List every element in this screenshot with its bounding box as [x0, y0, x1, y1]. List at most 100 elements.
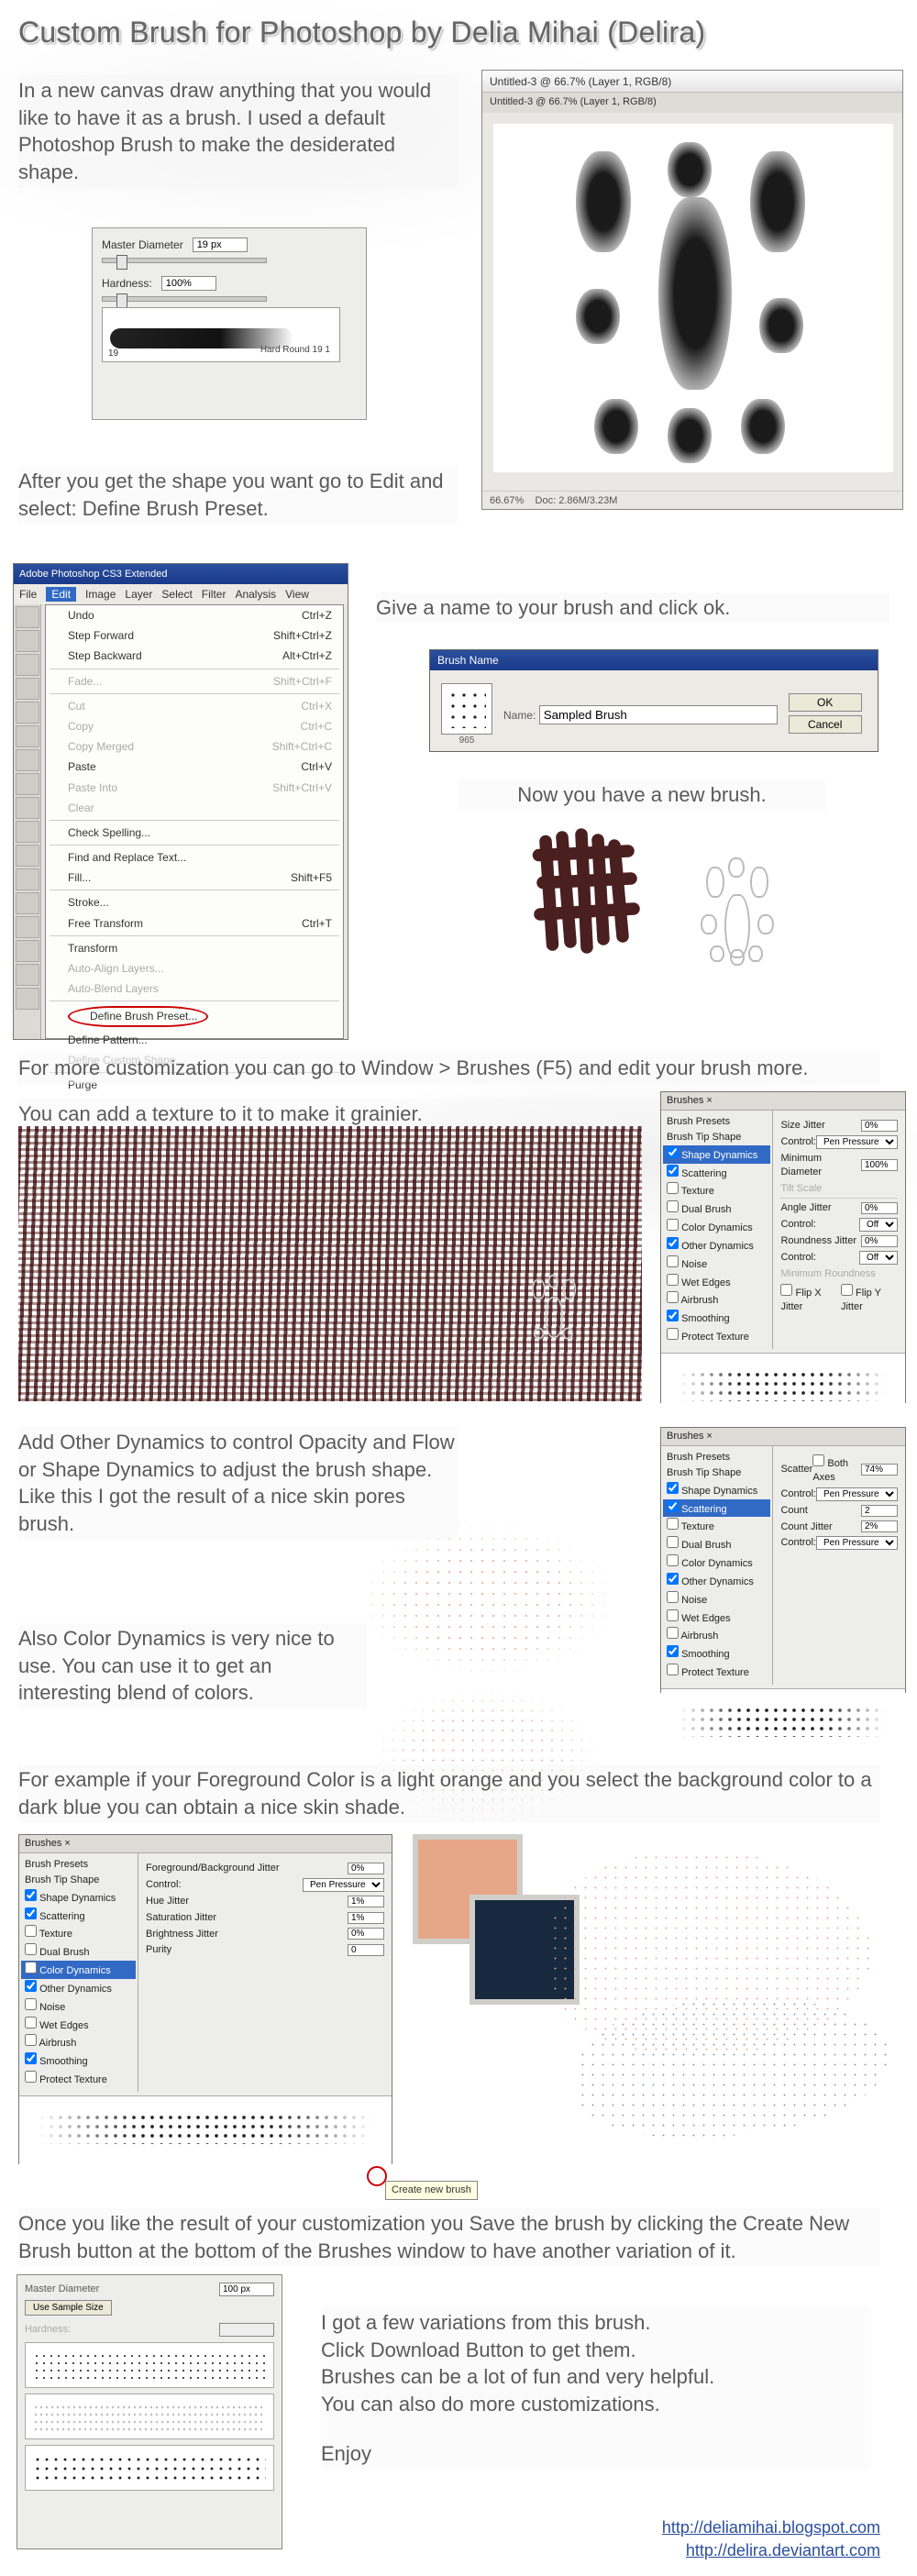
brush-name-input[interactable]: [539, 705, 778, 724]
brush-option[interactable]: Other Dynamics: [667, 1236, 767, 1255]
brush-stroke-preview[interactable]: 19 Hard Round 19 1: [102, 307, 340, 362]
brush-option[interactable]: Airbrush: [667, 1626, 767, 1644]
purity-input[interactable]: [348, 1944, 384, 1956]
flipy-check[interactable]: Flip Y Jitter: [841, 1284, 898, 1314]
tool-icon[interactable]: [16, 892, 39, 914]
control-select2[interactable]: Off: [859, 1218, 898, 1232]
sat-jitter-input[interactable]: [348, 1912, 384, 1924]
menu-item[interactable]: Define Pattern...: [46, 1030, 343, 1050]
tool-icon[interactable]: [16, 773, 39, 795]
brush-option[interactable]: Wet Edges: [667, 1273, 767, 1291]
count-input[interactable]: [861, 1505, 898, 1517]
flipx-check[interactable]: Flip X Jitter: [780, 1284, 837, 1314]
menu-analysis[interactable]: Analysis: [235, 587, 276, 602]
menu-item[interactable]: PasteCtrl+V: [46, 757, 343, 777]
fgbg-jitter-input[interactable]: [348, 1863, 384, 1874]
tool-icon[interactable]: [16, 940, 39, 962]
count-jitter-input[interactable]: [861, 1520, 898, 1532]
scatter-input[interactable]: [861, 1464, 898, 1476]
menu-item[interactable]: Stroke...: [46, 892, 343, 912]
brush-option[interactable]: Dual Brush: [667, 1535, 767, 1553]
bri-jitter-input[interactable]: [348, 1928, 384, 1940]
tool-icon[interactable]: [16, 916, 39, 938]
brush-option[interactable]: Texture: [25, 1924, 132, 1942]
brush-option[interactable]: Airbrush: [25, 2033, 132, 2051]
control-select[interactable]: Pen Pressure: [816, 1135, 898, 1149]
tool-icon[interactable]: [16, 821, 39, 843]
brush-option[interactable]: Scattering: [663, 1499, 770, 1518]
brush-option[interactable]: Noise: [25, 1997, 132, 2016]
brush-option[interactable]: Wet Edges: [667, 1609, 767, 1627]
menu-item[interactable]: Find and Replace Text...: [46, 847, 343, 868]
deviantart-link[interactable]: http://delira.deviantart.com: [686, 2541, 880, 2559]
brush-option[interactable]: Shape Dynamics: [667, 1481, 767, 1499]
brush-option[interactable]: Protect Texture: [667, 1327, 767, 1345]
brush-option[interactable]: Brush Presets: [667, 1450, 767, 1465]
brush-option[interactable]: Brush Presets: [25, 1857, 132, 1873]
canvas-tab[interactable]: Untitled-3 @ 66.7% (Layer 1, RGB/8): [482, 93, 902, 113]
brush-option[interactable]: Protect Texture: [25, 2070, 132, 2088]
angle-jitter-input[interactable]: [861, 1202, 898, 1214]
cancel-button[interactable]: Cancel: [789, 715, 862, 734]
control-select[interactable]: Pen Pressure: [816, 1536, 898, 1550]
canvas-artboard[interactable]: [493, 124, 893, 472]
tool-icon[interactable]: [16, 988, 39, 1010]
ok-button[interactable]: OK: [789, 693, 862, 712]
tool-icon[interactable]: [16, 654, 39, 676]
blog-link[interactable]: http://deliamihai.blogspot.com: [662, 2518, 880, 2537]
menu-item[interactable]: Fill...Shift+F5: [46, 868, 343, 888]
brush-option[interactable]: Brush Tip Shape: [667, 1130, 767, 1145]
tool-icon[interactable]: [16, 702, 39, 724]
panel-tab[interactable]: Brushes ×: [19, 1835, 392, 1853]
brush-option[interactable]: Noise: [667, 1590, 767, 1609]
brush-option[interactable]: Dual Brush: [667, 1200, 767, 1218]
hue-jitter-input[interactable]: [348, 1896, 384, 1907]
brush-option[interactable]: Scattering: [25, 1907, 132, 1925]
brush-option[interactable]: Smoothing: [25, 2051, 132, 2070]
hardness-slider[interactable]: [102, 296, 267, 302]
size-jitter-input[interactable]: [861, 1120, 898, 1132]
brush-option[interactable]: Color Dynamics: [667, 1553, 767, 1572]
master-input[interactable]: [219, 2283, 274, 2296]
brush-option[interactable]: Texture: [667, 1517, 767, 1535]
menu-item[interactable]: Step ForwardShift+Ctrl+Z: [46, 625, 343, 646]
menu-layer[interactable]: Layer: [125, 587, 152, 602]
brush-option[interactable]: Other Dynamics: [25, 1979, 132, 1997]
brush-option[interactable]: Protect Texture: [667, 1663, 767, 1681]
brush-option[interactable]: Wet Edges: [25, 2016, 132, 2034]
tool-icon[interactable]: [16, 868, 39, 890]
menu-edit[interactable]: Edit: [46, 587, 76, 602]
brush-variation[interactable]: [25, 2445, 274, 2491]
tool-icon[interactable]: [16, 725, 39, 747]
menu-filter[interactable]: Filter: [202, 587, 226, 602]
menu-item[interactable]: UndoCtrl+Z: [46, 605, 343, 625]
tool-icon[interactable]: [16, 606, 39, 628]
tool-icon[interactable]: [16, 845, 39, 867]
both-axes-check[interactable]: Both Axes: [812, 1454, 861, 1485]
panel-tab[interactable]: Brushes ×: [661, 1092, 905, 1111]
brush-variation[interactable]: [25, 2394, 274, 2439]
control-select3[interactable]: Off: [859, 1251, 898, 1265]
master-diameter-slider[interactable]: [102, 258, 267, 263]
roundness-jitter-input[interactable]: [861, 1235, 898, 1247]
master-diameter-input[interactable]: [193, 238, 248, 252]
brush-option[interactable]: Color Dynamics: [667, 1218, 767, 1236]
brush-option[interactable]: Noise: [667, 1255, 767, 1273]
brush-option[interactable]: Smoothing: [667, 1309, 767, 1327]
menu-file[interactable]: File: [19, 587, 37, 602]
menubar[interactable]: File Edit Image Layer Select Filter Anal…: [14, 584, 348, 604]
brush-option[interactable]: Color Dynamics: [21, 1961, 136, 1979]
brush-option[interactable]: Other Dynamics: [667, 1572, 767, 1590]
brush-option[interactable]: Shape Dynamics: [25, 1888, 132, 1907]
tool-icon[interactable]: [16, 964, 39, 986]
control-select[interactable]: Pen Pressure: [303, 1878, 384, 1892]
menu-select[interactable]: Select: [161, 587, 192, 602]
hardness-input[interactable]: [161, 276, 216, 291]
brush-option[interactable]: Airbrush: [667, 1290, 767, 1309]
menu-view[interactable]: View: [285, 587, 309, 602]
brush-option[interactable]: Dual Brush: [25, 1942, 132, 1961]
menu-item[interactable]: Free TransformCtrl+T: [46, 913, 343, 934]
brush-option[interactable]: Texture: [667, 1181, 767, 1200]
brush-option[interactable]: Scattering: [667, 1164, 767, 1182]
menu-image[interactable]: Image: [85, 587, 116, 602]
